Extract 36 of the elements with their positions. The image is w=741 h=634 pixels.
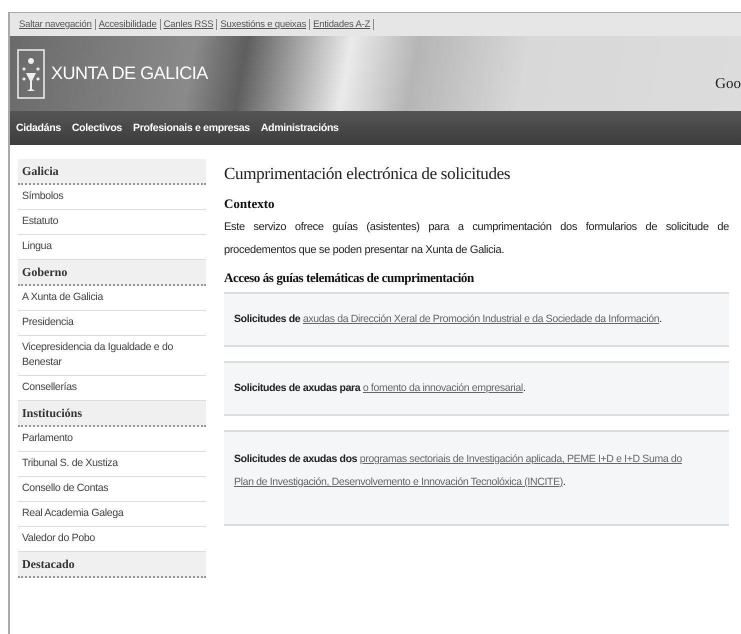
entry-text: Solicitudes de axudas dos programas sectoriais de Investigación aplicada, PEME I+D e I+D Suma do Plan de Investigación, Desenvolvemento e Innovación Tecnolóxica (INCITE). xyxy=(234,452,683,490)
sidebar-item[interactable]: Estatuto xyxy=(18,210,206,235)
entry-link[interactable]: Plan de Investigación, Desenvolvemento e Innovación Tecnolóxica (INCITE) xyxy=(234,476,563,488)
sidebar-heading: Galicia xyxy=(18,159,206,185)
sidebar-item[interactable]: Símbolos xyxy=(18,185,206,210)
site-title: XUNTA DE GALICIA xyxy=(51,63,208,84)
top-link[interactable]: Saltar navegación xyxy=(16,19,96,30)
nav-link[interactable]: Cidadáns xyxy=(16,122,61,134)
crest-logo-icon xyxy=(17,48,45,98)
top-link[interactable]: Canles RSS xyxy=(160,19,218,30)
top-link[interactable]: Suxestións e queixas xyxy=(217,19,310,30)
nav-link[interactable]: Colectivos xyxy=(72,122,122,134)
sidebar-item[interactable]: Real Academia Galega xyxy=(18,502,206,527)
top-link[interactable]: Entidades A-Z xyxy=(310,19,374,30)
nav-link[interactable]: Profesionais e empresas xyxy=(132,122,250,134)
nav-link[interactable]: Administracións xyxy=(260,122,339,134)
sidebar-heading: Goberno xyxy=(18,260,206,286)
sidebar-item[interactable]: Vicepresidencia da Igualdade e do Benestar xyxy=(18,336,206,376)
entry-link[interactable]: o fomento da innovación empresarial xyxy=(362,382,523,394)
entry-text: Solicitudes de axudas da Dirección Xeral de Promoción Industrial e da Sociedade da Información. xyxy=(234,312,663,327)
search-label: Goo xyxy=(715,76,741,93)
sidebar-item[interactable]: Tribunal S. de Xustiza xyxy=(18,452,206,477)
page-title: Cumprimentación electrónica de solicitudes xyxy=(224,164,512,184)
entry-link[interactable]: axudas da Dirección Xeral de Promoción Industrial e da Sociedade da Información xyxy=(302,313,660,325)
entry-link[interactable]: programas sectoriais de Investigación aplicada, PEME I+D e I+D Suma do xyxy=(360,453,682,465)
sidebar-heading: Institucións xyxy=(18,401,206,427)
sidebar-item[interactable]: A Xunta de Galicia xyxy=(18,286,206,311)
section-heading: Contexto xyxy=(224,196,276,212)
entry-text: Solicitudes de axudas para o fomento da innovación empresarial. xyxy=(234,381,526,396)
sidebar-item[interactable]: Presidencia xyxy=(18,311,206,336)
top-link[interactable]: Accesibilidade xyxy=(96,19,161,30)
context-paragraph: Este servizo ofrece guías (asistentes) para a cumprimentación dos formularios de solicitude de procedementos que se poden presentar na Xunta de Galicia. xyxy=(224,220,729,258)
sidebar-heading: Destacado xyxy=(18,552,206,578)
sidebar-item[interactable]: Parlamento xyxy=(18,427,206,452)
section-heading: Acceso ás guías telemáticas de cumprimentación xyxy=(224,270,475,286)
sidebar-item[interactable]: Consello de Contas xyxy=(18,477,206,502)
